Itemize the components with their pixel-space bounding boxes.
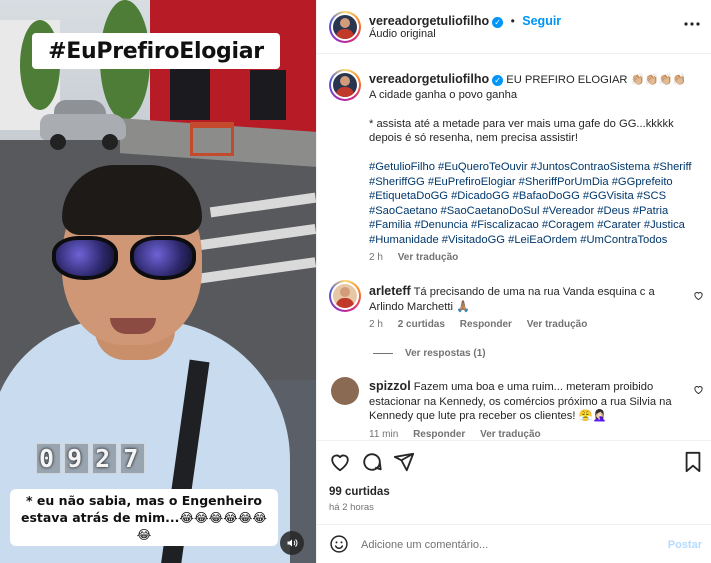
translate-link[interactable]: Ver tradução (527, 319, 588, 330)
caption-title: EU PREFIRO ELOGIAR 👏🏼👏🏼👏🏼👏🏼 (506, 74, 687, 86)
comment-meta: 11 min Responder Ver tradução (369, 429, 541, 439)
sunglasses (52, 232, 202, 284)
post-video[interactable]: #EuPrefiroElogiar 0927 * eu não sabia, m… (0, 0, 316, 563)
post-side-panel: vereadorgetuliofilho ✓ • Seguir Áudio ori… (316, 0, 711, 563)
post-comment-button[interactable]: Postar (668, 539, 702, 551)
more-options-button[interactable] (684, 14, 700, 32)
save-button[interactable] (683, 451, 705, 473)
video-timer-overlay: 0927 (36, 442, 148, 474)
reply-link[interactable]: Responder (413, 429, 465, 439)
heart-icon (694, 292, 703, 301)
share-icon (393, 452, 415, 472)
translate-link[interactable]: Ver tradução (480, 429, 541, 439)
comment-username[interactable]: arleteff (369, 284, 411, 298)
emoji-picker-button[interactable] (329, 534, 349, 554)
comment-input[interactable]: Adicione um comentário... (361, 539, 488, 551)
caption-line: * assista até a metade para ver mais uma… (369, 117, 674, 145)
post-header: vereadorgetuliofilho ✓ • Seguir Áudio ori… (317, 0, 711, 54)
heart-icon (694, 386, 703, 395)
caption-translate-link[interactable]: Ver tradução (398, 252, 459, 263)
speaker-icon (287, 539, 298, 547)
comment-button[interactable] (361, 451, 383, 473)
caption-author-avatar[interactable] (329, 69, 361, 101)
post-timestamp[interactable]: há 2 horas (329, 502, 374, 513)
more-horizontal-icon (684, 22, 700, 26)
sound-toggle-button[interactable] (280, 531, 304, 555)
comment-username[interactable]: spizzol (369, 379, 411, 393)
likes-count[interactable]: 99 curtidas (329, 486, 390, 498)
view-replies-button[interactable]: Ver respostas (1) (373, 348, 486, 359)
caption-time[interactable]: 2 h (369, 252, 383, 263)
comments-scroll-area[interactable]: vereadorgetuliofilho ✓ EU PREFIRO ELOGIAR… (317, 55, 711, 439)
heart-icon (331, 454, 349, 472)
verified-badge-icon: ✓ (492, 75, 504, 86)
caption-meta: 2 h Ver tradução (369, 252, 470, 263)
commenter-avatar[interactable] (331, 377, 359, 405)
verified-badge-icon: ✓ (492, 17, 504, 28)
caption-hashtags[interactable]: #GetulioFilho #EuQueroTeOuvir #JuntosCon… (369, 161, 692, 246)
follow-button[interactable]: Seguir (522, 14, 561, 28)
comment-text: spizzol Fazem uma boa e uma ruim... mete… (369, 379, 672, 422)
post-caption: vereadorgetuliofilho ✓ EU PREFIRO ELOGIAR… (369, 72, 704, 247)
post-actions-bar (317, 440, 711, 480)
author-avatar[interactable] (329, 11, 361, 43)
emoji-icon (330, 535, 348, 553)
comment-like-button[interactable] (693, 290, 704, 304)
comment-icon (363, 453, 382, 471)
add-comment-bar: Adicione um comentário... Postar (317, 524, 711, 563)
comment-likes[interactable]: 2 curtidas (398, 319, 445, 330)
author-username[interactable]: vereadorgetuliofilho (369, 14, 489, 28)
video-caption: * eu não sabia, mas o Engenheiro estava … (10, 489, 278, 546)
reply-link[interactable]: Responder (460, 319, 512, 330)
caption-username[interactable]: vereadorgetuliofilho (369, 72, 489, 86)
person-hair (62, 165, 202, 235)
audio-label[interactable]: Áudio original (369, 28, 436, 40)
commenter-avatar[interactable] (329, 280, 361, 312)
comment-like-button[interactable] (693, 384, 704, 398)
comment-meta: 2 h 2 curtidas Responder Ver tradução (369, 319, 588, 330)
share-button[interactable] (393, 451, 415, 473)
caption-line: A cidade ganha o povo ganha (369, 88, 518, 101)
bookmark-icon (685, 451, 701, 473)
video-hashtag-banner: #EuPrefiroElogiar (32, 33, 280, 69)
parked-car (40, 100, 126, 152)
like-button[interactable] (329, 451, 351, 473)
comment-text: arleteff Tá precisando de uma na rua Van… (369, 284, 655, 313)
road-barrier (190, 122, 234, 156)
